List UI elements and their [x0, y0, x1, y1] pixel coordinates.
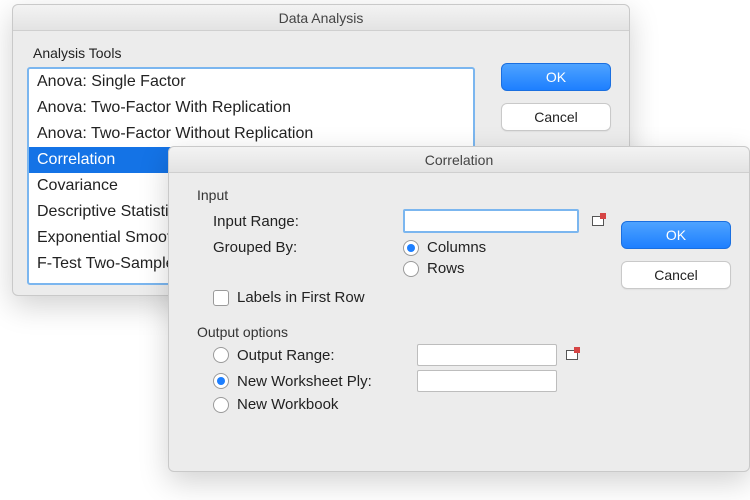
- input-range-field[interactable]: [403, 209, 579, 233]
- labels-first-row-checkbox[interactable]: [213, 290, 229, 306]
- input-section-label: Input: [197, 187, 735, 203]
- grouped-columns-label: Columns: [427, 239, 486, 256]
- range-picker-icon[interactable]: [589, 212, 607, 230]
- new-workbook-label: New Workbook: [237, 396, 338, 413]
- grouped-columns-radio[interactable]: [403, 240, 419, 256]
- range-picker-icon[interactable]: [563, 346, 581, 364]
- labels-first-row-label: Labels in First Row: [237, 289, 365, 306]
- output-section-label: Output options: [197, 324, 735, 340]
- dialog-title: Correlation: [169, 147, 749, 173]
- new-workbook-radio[interactable]: [213, 397, 229, 413]
- dialog-title: Data Analysis: [13, 5, 629, 31]
- analysis-tool-item[interactable]: Anova: Two-Factor With Replication: [29, 95, 473, 121]
- output-range-label: Output Range:: [237, 347, 409, 364]
- new-worksheet-field[interactable]: [417, 370, 557, 392]
- ok-button[interactable]: OK: [501, 63, 611, 91]
- analysis-tool-item[interactable]: Anova: Two-Factor Without Replication: [29, 121, 473, 147]
- output-range-field[interactable]: [417, 344, 557, 366]
- new-worksheet-label: New Worksheet Ply:: [237, 373, 409, 390]
- cancel-button[interactable]: Cancel: [501, 103, 611, 131]
- analysis-tool-item[interactable]: Anova: Single Factor: [29, 69, 473, 95]
- grouped-rows-radio[interactable]: [403, 261, 419, 277]
- input-range-label: Input Range:: [213, 213, 393, 230]
- grouped-by-label: Grouped By:: [213, 239, 393, 256]
- new-worksheet-radio[interactable]: [213, 373, 229, 389]
- grouped-rows-label: Rows: [427, 260, 465, 277]
- analysis-tools-label: Analysis Tools: [33, 45, 615, 61]
- ok-button[interactable]: OK: [621, 221, 731, 249]
- correlation-dialog: Correlation Input Input Range: Grouped B…: [168, 146, 750, 472]
- output-range-radio[interactable]: [213, 347, 229, 363]
- cancel-button[interactable]: Cancel: [621, 261, 731, 289]
